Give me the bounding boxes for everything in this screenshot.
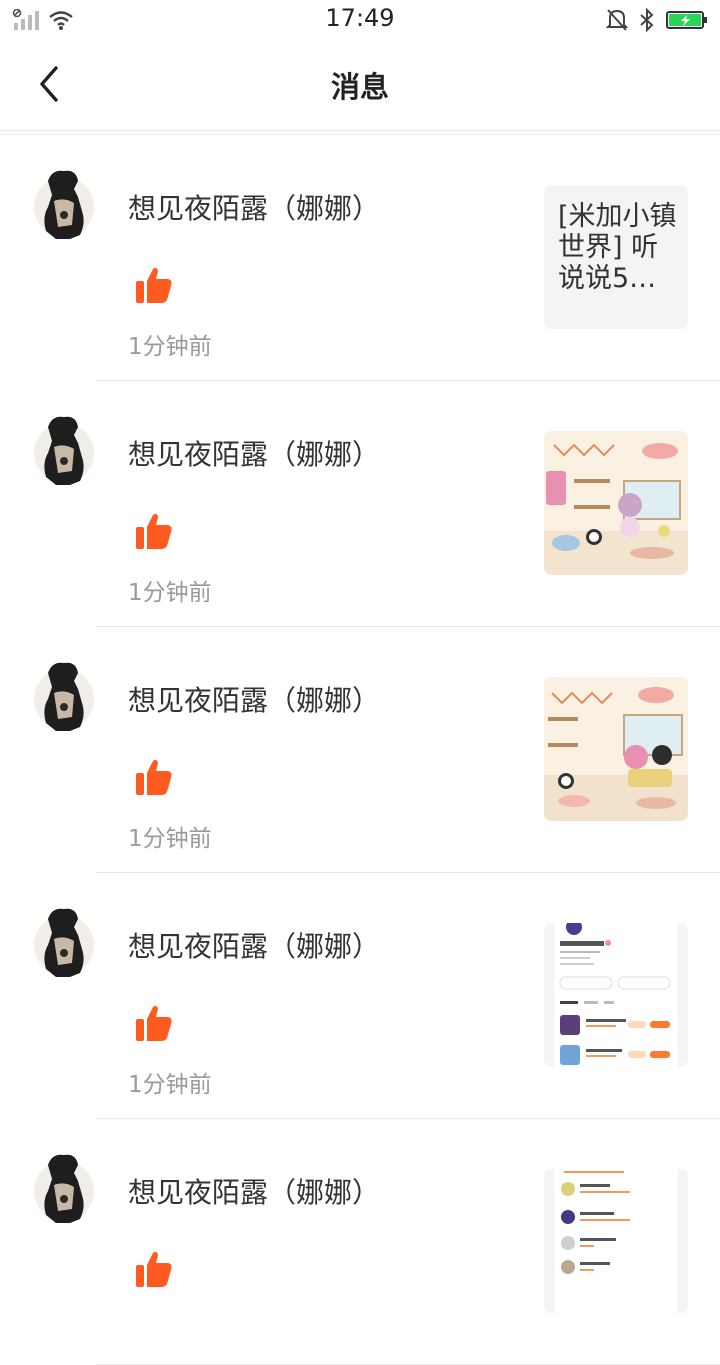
- avatar[interactable]: [34, 413, 94, 487]
- bluetooth-icon: [640, 8, 654, 32]
- thumbs-up-icon: [136, 1251, 172, 1287]
- thumbs-up-icon: [136, 1005, 172, 1041]
- status-right: [606, 6, 708, 34]
- post-preview[interactable]: [544, 431, 688, 575]
- page-title: 消息: [330, 70, 389, 104]
- user-name: 想见夜陌露（娜娜）: [128, 192, 381, 225]
- message-item[interactable]: 想见夜陌露（娜娜） 1分钟前 [米加小镇世界] 听说说5…: [34, 135, 720, 381]
- user-name: 想见夜陌露（娜娜）: [128, 684, 381, 717]
- mute-bell-icon: [606, 9, 628, 31]
- message-item[interactable]: 想见夜陌露（娜娜）: [34, 1119, 720, 1365]
- message-item[interactable]: 想见夜陌露（娜娜） 1分钟前: [34, 873, 720, 1119]
- user-name: 想见夜陌露（娜娜）: [128, 930, 381, 963]
- message-item[interactable]: 想见夜陌露（娜娜） 1分钟前: [34, 627, 720, 873]
- thumbs-up-icon: [136, 513, 172, 549]
- message-time: 1分钟前: [128, 826, 212, 852]
- user-name: 想见夜陌露（娜娜）: [128, 1176, 381, 1209]
- user-name: 想见夜陌露（娜娜）: [128, 438, 381, 471]
- room-scene-image: [544, 431, 688, 575]
- thumbs-up-icon: [136, 759, 172, 795]
- message-time: 1分钟前: [128, 580, 212, 606]
- battery-icon: [666, 11, 707, 29]
- post-preview-text: [米加小镇世界] 听说说5…: [558, 201, 677, 294]
- post-preview[interactable]: [544, 677, 688, 821]
- message-time: 1分钟前: [128, 1072, 212, 1098]
- avatar[interactable]: [34, 167, 94, 241]
- message-time: 1分钟前: [128, 334, 212, 360]
- post-preview[interactable]: [544, 1169, 688, 1313]
- status-bar: 17:49: [0, 0, 720, 40]
- message-item[interactable]: 想见夜陌露（娜娜） 1分钟前: [34, 381, 720, 627]
- profile-screenshot-image: [544, 923, 688, 1067]
- room-scene-image: [544, 677, 688, 821]
- thumbs-up-icon: [136, 267, 172, 303]
- avatar[interactable]: [34, 1151, 94, 1225]
- message-list: 想见夜陌露（娜娜） 1分钟前 [米加小镇世界] 听说说5… 想见夜陌露（娜娜） …: [0, 134, 720, 1365]
- nav-bar: 消息: [0, 40, 720, 131]
- avatar[interactable]: [34, 659, 94, 733]
- post-preview[interactable]: [544, 923, 688, 1067]
- list-screenshot-image: [544, 1169, 688, 1313]
- post-preview[interactable]: [米加小镇世界] 听说说5…: [544, 185, 688, 329]
- avatar[interactable]: [34, 905, 94, 979]
